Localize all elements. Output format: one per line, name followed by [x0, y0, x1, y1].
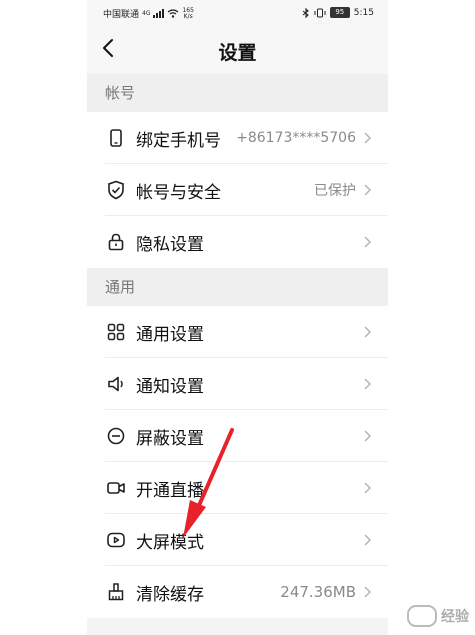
signal-icon — [153, 9, 165, 18]
chevron-right-icon — [364, 586, 372, 598]
phone-icon — [110, 129, 122, 147]
row-label: 隐私设置 — [136, 234, 204, 255]
play-screen-icon — [107, 532, 125, 548]
settings-row-account-security[interactable]: 帐号与安全 已保护 — [87, 164, 388, 216]
chevron-right-icon — [364, 534, 372, 546]
settings-row-privacy[interactable]: 隐私设置 — [87, 216, 388, 268]
row-label: 帐号与安全 — [136, 182, 221, 203]
nav-bar: 设置 — [87, 26, 388, 74]
row-label: 屏蔽设置 — [136, 428, 204, 449]
chevron-right-icon — [364, 236, 372, 248]
page-title: 设置 — [218, 42, 257, 64]
vibrate-icon — [314, 8, 326, 17]
chevron-right-icon — [364, 132, 372, 144]
row-value: +86173****5706 — [236, 130, 356, 146]
chevron-right-icon — [364, 184, 372, 196]
carrier-label: 中国联通 — [103, 10, 140, 20]
video-camera-icon — [107, 482, 125, 494]
section-header-account: 帐号 — [87, 74, 388, 112]
status-bar: 中国联通 4G 165 K/s 95 5:15 — [87, 0, 388, 26]
clock: 5:15 — [353, 7, 374, 18]
chevron-right-icon — [364, 482, 372, 494]
block-icon — [107, 427, 125, 445]
wifi-icon — [168, 9, 179, 18]
broom-icon — [108, 583, 124, 601]
watermark-logo-icon — [407, 605, 437, 627]
net-speed: 165 K/s — [182, 6, 194, 20]
watermark-text: 经验 — [441, 609, 469, 625]
grid-icon — [107, 323, 125, 341]
row-label: 绑定手机号 — [136, 130, 221, 151]
row-label: 清除缓存 — [136, 584, 204, 605]
watermark: 经验 — [407, 605, 469, 627]
row-value: 已保护 — [314, 183, 356, 199]
row-label: 通用设置 — [136, 324, 204, 345]
settings-screen: 中国联通 4G 165 K/s 95 5:15 设置 帐号 绑定手机号 +8617… — [87, 0, 388, 635]
chevron-right-icon — [364, 326, 372, 338]
row-label: 大屏模式 — [136, 532, 204, 553]
battery-indicator: 95 — [329, 7, 350, 18]
settings-row-bind-phone[interactable]: 绑定手机号 +86173****5706 — [87, 112, 388, 164]
settings-row-live[interactable]: 开通直播 — [87, 462, 388, 514]
bluetooth-icon — [302, 7, 309, 18]
section-header-general: 通用 — [87, 268, 388, 306]
row-value: 247.36MB — [280, 583, 356, 601]
chevron-right-icon — [364, 378, 372, 390]
row-label: 开通直播 — [136, 480, 204, 501]
signal-label: 4G — [142, 10, 151, 17]
settings-row-clear-cache[interactable]: 清除缓存 247.36MB — [87, 566, 388, 618]
chevron-right-icon — [364, 430, 372, 442]
speaker-icon — [108, 376, 123, 392]
lock-icon — [108, 233, 124, 251]
settings-row-general[interactable]: 通用设置 — [87, 306, 388, 358]
row-label: 通知设置 — [136, 376, 204, 397]
settings-row-block[interactable]: 屏蔽设置 — [87, 410, 388, 462]
settings-row-big-screen[interactable]: 大屏模式 — [87, 514, 388, 566]
settings-row-notification[interactable]: 通知设置 — [87, 358, 388, 410]
shield-check-icon — [108, 180, 124, 200]
